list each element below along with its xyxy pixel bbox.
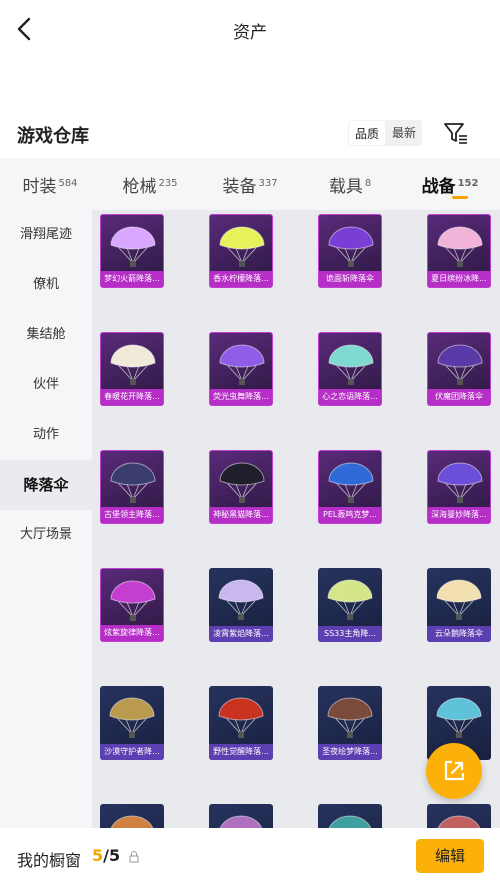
parachute-name: 野性觉醒降落... bbox=[209, 744, 273, 760]
parachute-name: 香水柠檬降落... bbox=[210, 271, 272, 287]
parachute-image bbox=[327, 579, 373, 620]
parachute-card[interactable]: 神秘黑猫降落... bbox=[209, 450, 273, 524]
parachute-name: 诡面斩降落伞 bbox=[319, 271, 381, 287]
parachute-name: 夏日缤纷冰降... bbox=[428, 271, 490, 287]
parachute-name: 古堡领主降落... bbox=[101, 507, 163, 523]
parachute-image bbox=[328, 815, 372, 830]
parachute-image bbox=[328, 226, 374, 267]
parachute-image bbox=[437, 344, 483, 385]
parachute-grid: 梦幻火箭降落... 香水柠檬降落... 诡面斩降落伞 夏日缤纷冰降... 春暖花开降落.… bbox=[92, 210, 500, 830]
parachute-card[interactable]: 梦幻火箭降落... bbox=[100, 214, 164, 288]
parachute-image bbox=[328, 344, 374, 385]
parachute-name: 荧光虫舞降落... bbox=[210, 389, 272, 405]
active-tab-indicator bbox=[452, 196, 468, 199]
parachute-card[interactable]: 炫紫旋律降落... bbox=[100, 568, 164, 642]
parachute-card[interactable] bbox=[427, 804, 491, 830]
parachute-image bbox=[110, 344, 156, 385]
parachute-image bbox=[328, 462, 374, 503]
parachute-card[interactable]: 凌霄紫焰降落... bbox=[209, 568, 273, 642]
parachute-name: 凌霄紫焰降落... bbox=[209, 626, 273, 642]
parachute-name: PEL轰鸣克梦... bbox=[319, 507, 381, 523]
sidebar-item-emote[interactable]: 动作 bbox=[0, 410, 92, 460]
parachute-image bbox=[109, 697, 155, 738]
parachute-card[interactable]: 沙漠守护者降... bbox=[100, 686, 164, 760]
parachute-image bbox=[219, 815, 263, 830]
share-out-icon bbox=[444, 760, 465, 781]
tab-equipment[interactable]: 装备 337 bbox=[200, 158, 300, 210]
share-button[interactable] bbox=[426, 743, 482, 799]
parachute-name: 圣夜绘梦降落... bbox=[318, 744, 382, 760]
parachute-card[interactable]: 深海曼妙降落... bbox=[427, 450, 491, 524]
section-title: 游戏仓库 bbox=[17, 126, 89, 147]
lock-icon bbox=[129, 851, 139, 863]
parachute-card[interactable] bbox=[318, 804, 382, 830]
parachute-card[interactable]: 诡面斩降落伞 bbox=[318, 214, 382, 288]
parachute-card[interactable] bbox=[100, 804, 164, 830]
parachute-card[interactable]: 云朵鹅降落伞 bbox=[427, 568, 491, 642]
parachute-card[interactable]: 心之恋语降落... bbox=[318, 332, 382, 406]
parachute-name: 沙漠守护者降... bbox=[100, 744, 164, 760]
parachute-card[interactable]: 野性觉醒降落... bbox=[209, 686, 273, 760]
parachute-card[interactable]: 圣夜绘梦降落... bbox=[318, 686, 382, 760]
sidebar-item-glide-trail[interactable]: 滑翔尾迹 bbox=[0, 210, 92, 260]
warehouse-header: 游戏仓库 品质 最新 bbox=[0, 110, 500, 158]
edit-button[interactable]: 编辑 bbox=[416, 839, 484, 873]
parachute-image bbox=[436, 579, 482, 620]
parachute-name: 云朵鹅降落伞 bbox=[427, 626, 491, 642]
parachute-image bbox=[219, 462, 265, 503]
parachute-card[interactable]: 春暖花开降落... bbox=[100, 332, 164, 406]
sidebar-item-rally-pod[interactable]: 集结舱 bbox=[0, 310, 92, 360]
parachute-card[interactable]: 香水柠檬降落... bbox=[209, 214, 273, 288]
parachute-image bbox=[110, 580, 156, 621]
parachute-card[interactable]: SS33主角降... bbox=[318, 568, 382, 642]
parachute-name: 炫紫旋律降落... bbox=[101, 625, 163, 641]
parachute-image bbox=[437, 815, 481, 830]
tab-fashion[interactable]: 时装 584 bbox=[0, 158, 100, 210]
tab-vehicles[interactable]: 载具 8 bbox=[300, 158, 400, 210]
parachute-card[interactable] bbox=[209, 804, 273, 830]
parachute-image bbox=[110, 815, 154, 830]
parachute-image bbox=[218, 697, 264, 738]
sidebar-item-parachute[interactable]: 降落伞 bbox=[0, 460, 92, 510]
parachute-card[interactable]: PEL轰鸣克梦... bbox=[318, 450, 382, 524]
sidebar-item-companion[interactable]: 伙伴 bbox=[0, 360, 92, 410]
app-header: 资产 bbox=[0, 0, 500, 58]
tab-guns[interactable]: 枪械 235 bbox=[100, 158, 200, 210]
parachute-image bbox=[436, 697, 482, 738]
parachute-card[interactable]: 古堡领主降落... bbox=[100, 450, 164, 524]
parachute-name: 深海曼妙降落... bbox=[428, 507, 490, 523]
parachute-name: 梦幻火箭降落... bbox=[101, 271, 163, 287]
parachute-name: 伏魔团降落伞 bbox=[428, 389, 490, 405]
showcase-count: 5/5 bbox=[92, 846, 121, 865]
filter-icon[interactable] bbox=[442, 120, 470, 146]
category-tabs: 时装 584 枪械 235 装备 337 载具 8 战备 152 bbox=[0, 158, 500, 210]
showcase-label: 我的橱窗 bbox=[17, 851, 82, 870]
parachute-image bbox=[218, 579, 264, 620]
sidebar-item-lobby-scene[interactable]: 大厅场景 bbox=[0, 510, 92, 560]
parachute-card[interactable]: 伏魔团降落伞 bbox=[427, 332, 491, 406]
parachute-name: 神秘黑猫降落... bbox=[210, 507, 272, 523]
parachute-image bbox=[327, 697, 373, 738]
tab-combat-gear[interactable]: 战备 152 bbox=[400, 158, 500, 210]
sort-quality-button[interactable]: 品质 bbox=[348, 120, 387, 146]
parachute-card[interactable]: 荧光虫舞降落... bbox=[209, 332, 273, 406]
parachute-image bbox=[110, 226, 156, 267]
parachute-image bbox=[437, 462, 483, 503]
sort-toggle: 品质 最新 bbox=[348, 120, 423, 146]
parachute-name: 心之恋语降落... bbox=[319, 389, 381, 405]
parachute-image bbox=[110, 462, 156, 503]
subcategory-sidebar: 滑翔尾迹 僚机 集结舱 伙伴 动作 降落伞 大厅场景 bbox=[0, 210, 92, 830]
parachute-image bbox=[219, 226, 265, 267]
showcase-bar: 我的橱窗 5/5 编辑 bbox=[0, 828, 500, 885]
parachute-card[interactable]: 夏日缤纷冰降... bbox=[427, 214, 491, 288]
sidebar-item-wingman[interactable]: 僚机 bbox=[0, 260, 92, 310]
sort-latest-button[interactable]: 最新 bbox=[386, 120, 422, 146]
page-title: 资产 bbox=[233, 23, 267, 43]
parachute-image bbox=[437, 226, 483, 267]
parachute-image bbox=[219, 344, 265, 385]
parachute-name: 春暖花开降落... bbox=[101, 389, 163, 405]
parachute-name: SS33主角降... bbox=[318, 626, 382, 642]
